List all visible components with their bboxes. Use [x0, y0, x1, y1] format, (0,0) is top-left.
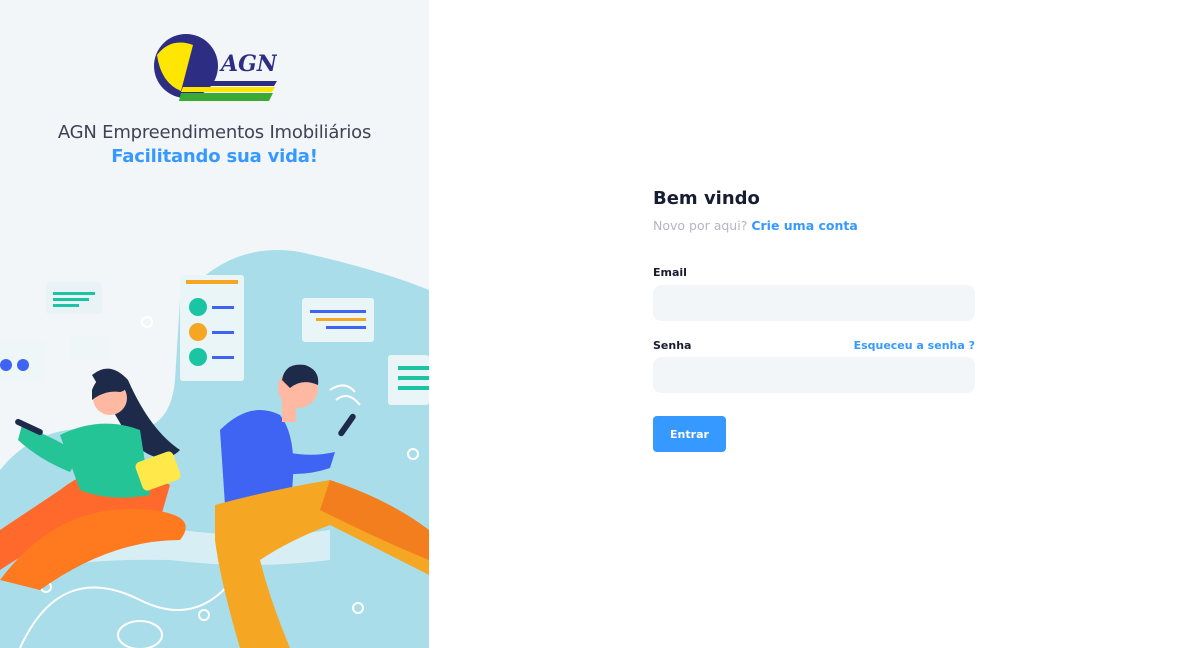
password-label: Senha	[653, 339, 692, 352]
signup-prompt-text: Novo por aqui?	[653, 218, 748, 233]
signup-prompt: Novo por aqui? Crie uma conta	[653, 217, 975, 235]
login-aside: AGN AGN Empreendimentos Imobiliários Fac…	[0, 0, 429, 648]
email-label: Email	[653, 266, 687, 279]
brand-subtitle: Facilitando sua vida!	[111, 146, 318, 167]
login-form: Bem vindo Novo por aqui? Crie uma conta …	[653, 186, 975, 452]
password-field[interactable]	[653, 357, 975, 393]
brand-title: AGN Empreendimentos Imobiliários	[57, 122, 372, 143]
login-button[interactable]: Entrar	[653, 416, 726, 452]
email-field[interactable]	[653, 285, 975, 321]
forgot-password-link[interactable]: Esqueceu a senha ?	[854, 339, 975, 352]
create-account-link[interactable]: Crie uma conta	[751, 218, 857, 233]
logo-text: AGN	[219, 51, 277, 77]
people-with-phones-illustration	[0, 250, 429, 648]
welcome-heading: Bem vindo	[653, 188, 760, 209]
agn-logo: AGN	[154, 34, 277, 101]
